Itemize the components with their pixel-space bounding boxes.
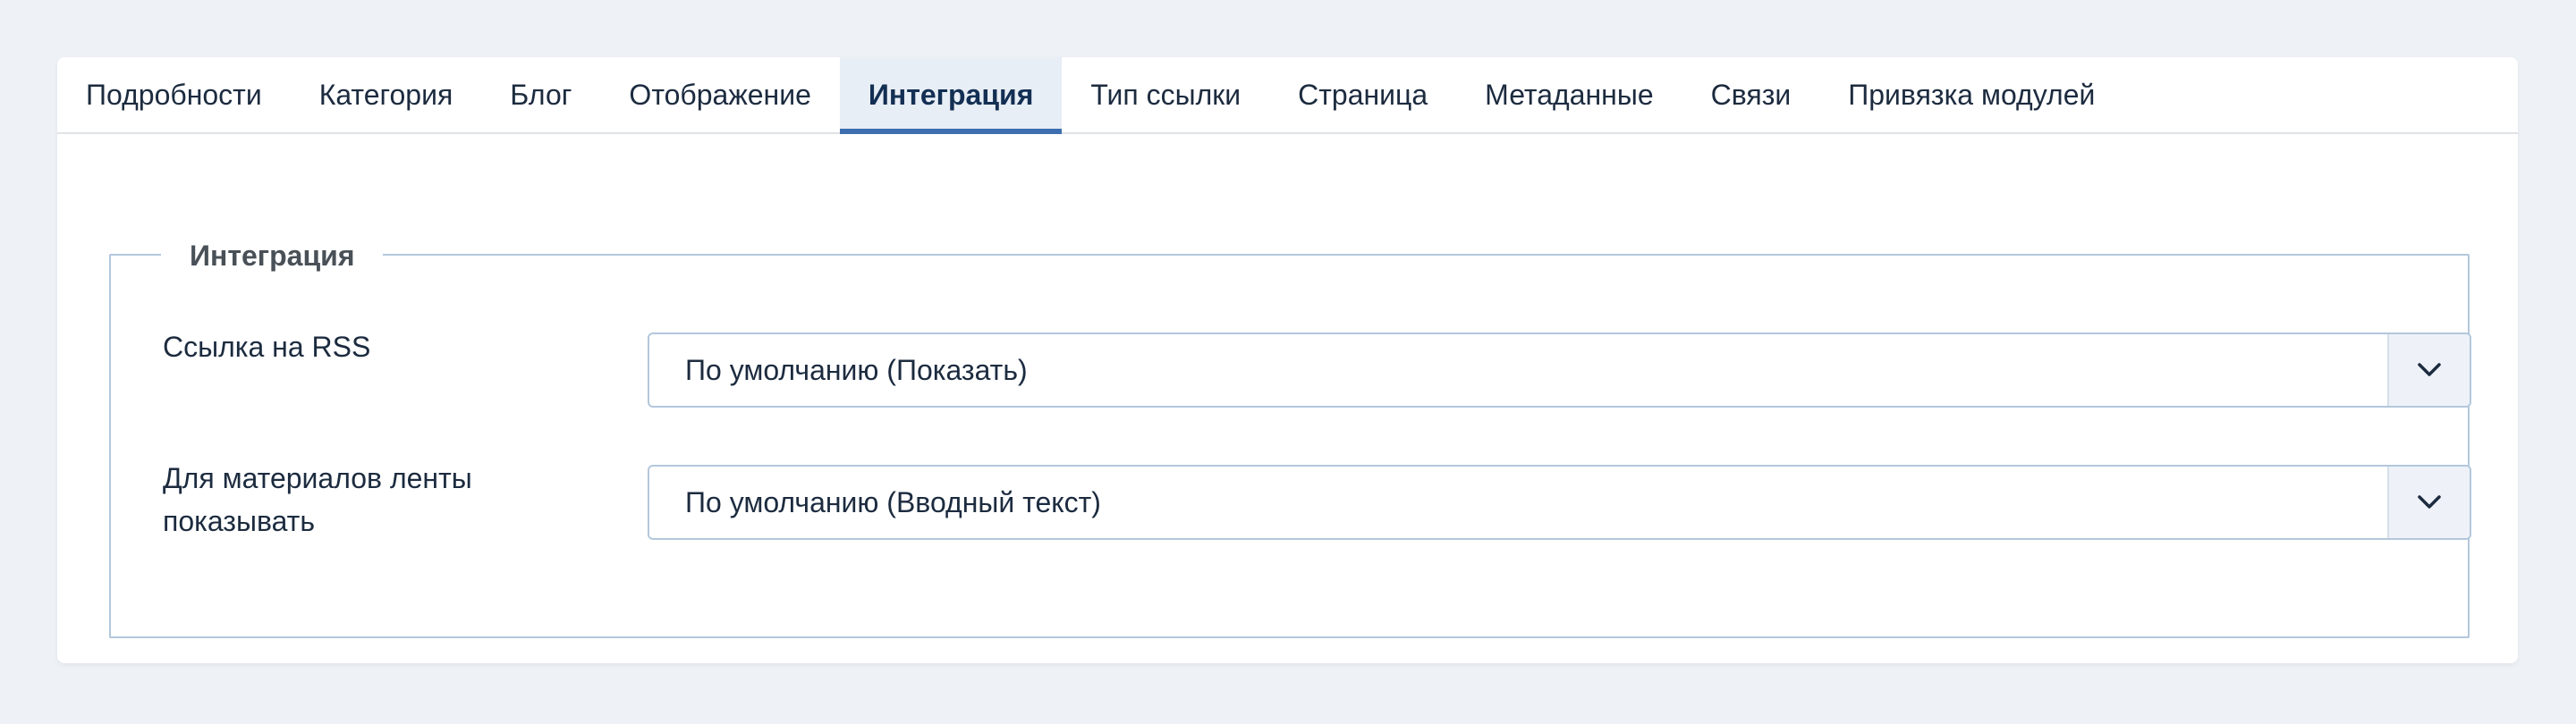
tab-associations[interactable]: Связи [1682, 57, 1820, 132]
chevron-down-icon [2418, 363, 2441, 376]
feed-content-select-toggle[interactable] [2387, 467, 2470, 538]
feed-content-select[interactable]: По умолчанию (Вводный текст) [648, 465, 2471, 540]
tab-category[interactable]: Категория [291, 57, 482, 132]
tab-integration[interactable]: Интеграция [839, 57, 1063, 134]
tab-display[interactable]: Отображение [600, 57, 839, 132]
options-card: Подробности Категория Блог Отображение И… [57, 57, 2518, 663]
integration-fieldset: Интеграция Ссылка на RSS По умолчанию (П… [109, 236, 2471, 638]
chevron-down-icon [2418, 495, 2441, 509]
tab-link-type[interactable]: Тип ссылки [1062, 57, 1269, 132]
feed-content-label-line1: Для материалов ленты [163, 462, 472, 494]
feed-content-label: Для материалов ленты показывать [163, 457, 472, 543]
rss-link-label: Ссылка на RSS [163, 331, 371, 363]
feed-content-label-line2: показывать [163, 505, 315, 537]
feed-content-select-value: По умолчанию (Вводный текст) [685, 485, 1101, 518]
tab-details[interactable]: Подробности [86, 57, 291, 132]
tab-bar: Подробности Категория Блог Отображение И… [57, 57, 2518, 134]
fieldset-legend: Интеграция [161, 236, 384, 275]
rss-link-select[interactable]: По умолчанию (Показать) [648, 333, 2471, 408]
tab-blog[interactable]: Блог [481, 57, 600, 132]
rss-link-select-value: По умолчанию (Показать) [685, 353, 1028, 386]
tab-module-assignment[interactable]: Привязка модулей [1819, 57, 2123, 132]
tab-page[interactable]: Страница [1269, 57, 1456, 132]
rss-link-select-toggle[interactable] [2387, 334, 2470, 406]
tab-metadata[interactable]: Метаданные [1456, 57, 1682, 132]
